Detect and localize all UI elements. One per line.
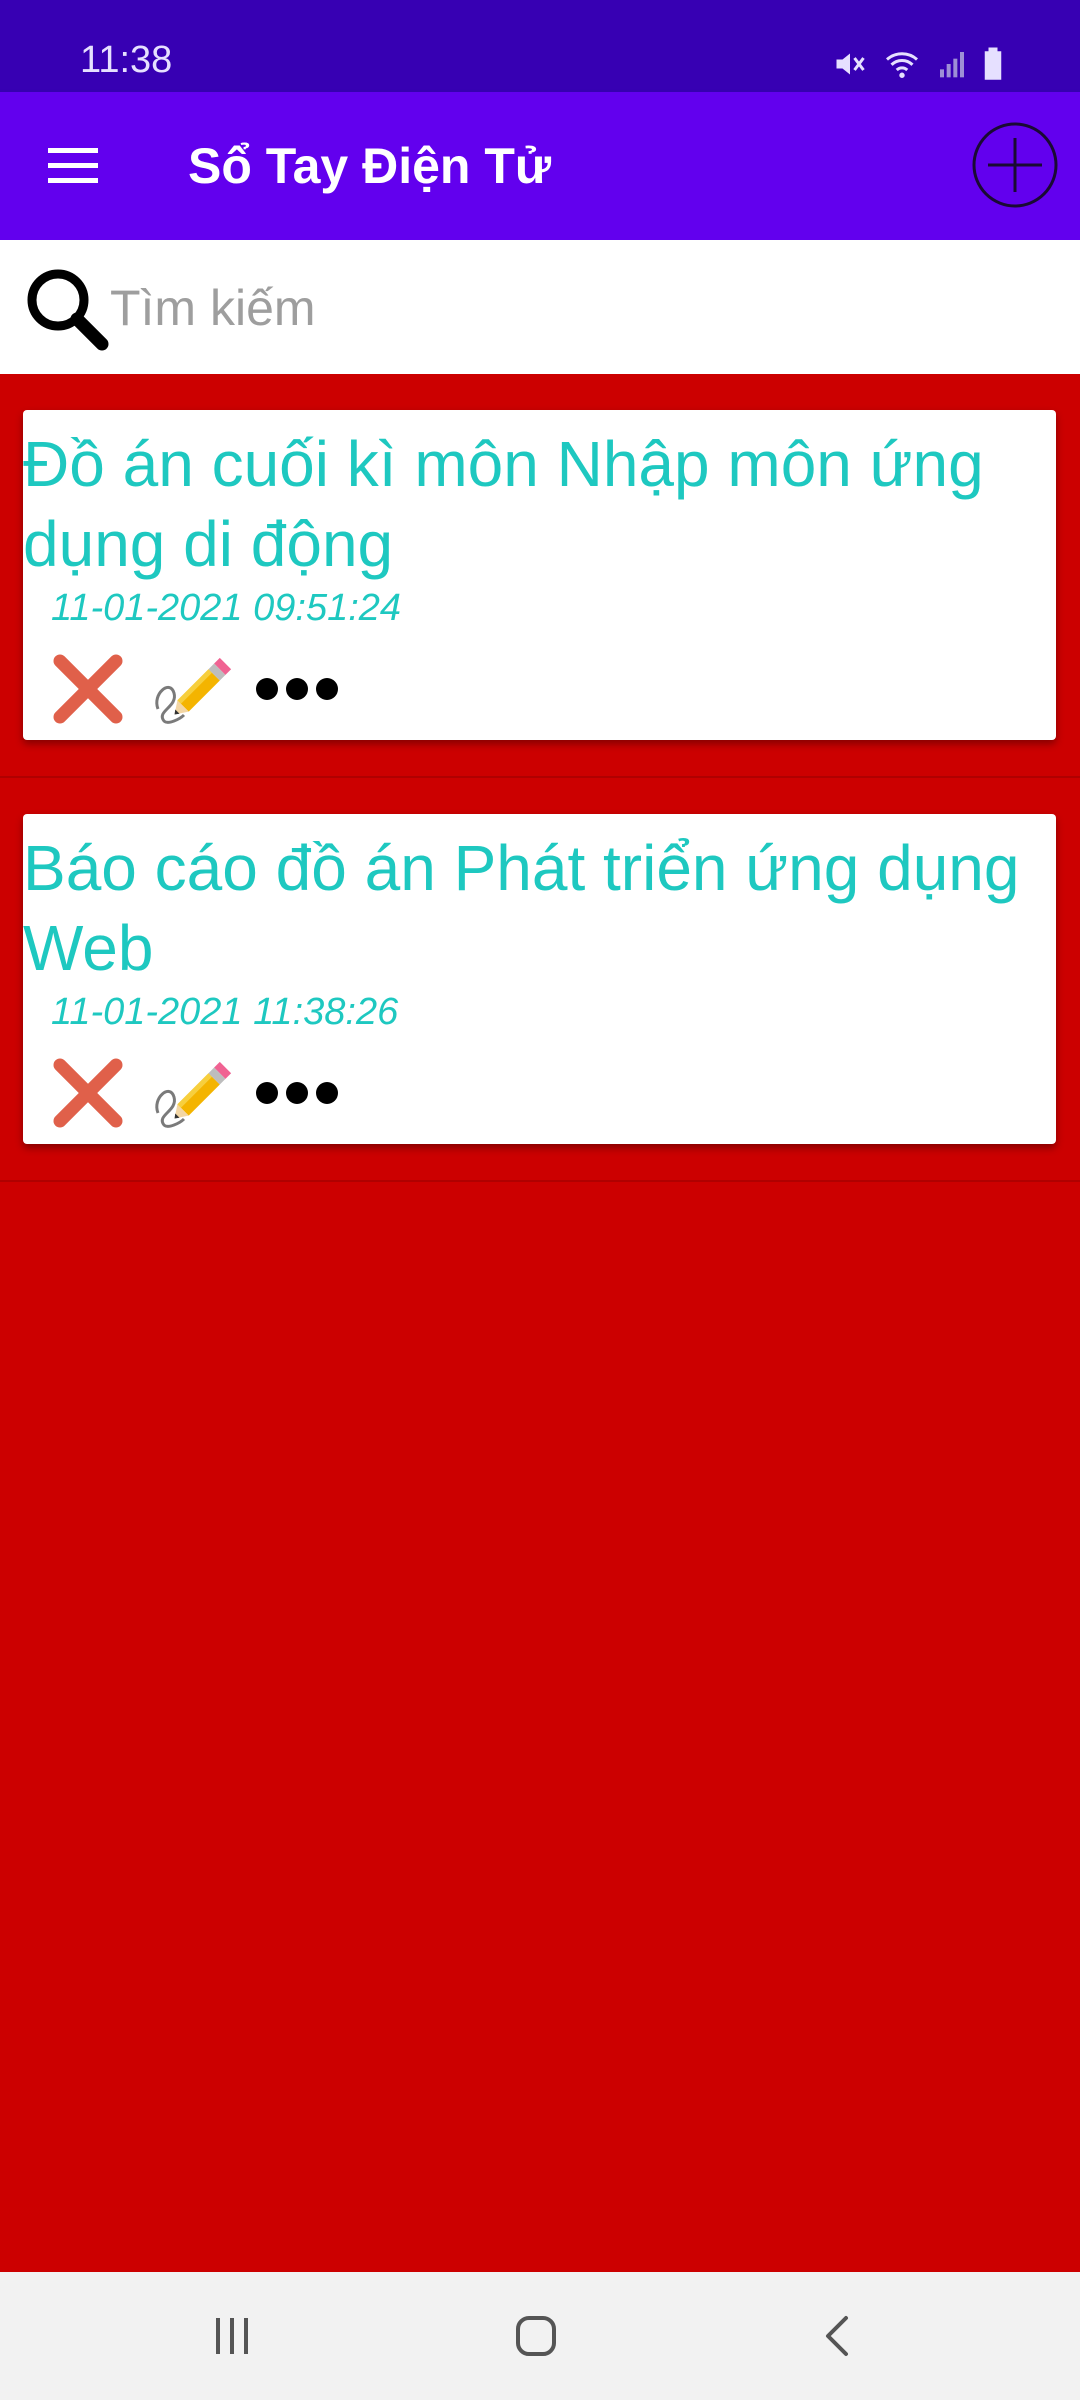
search-bar [0,240,1080,374]
note-card[interactable]: Đồ án cuối kì môn Nhập môn ứng dụng di đ… [23,410,1056,740]
recent-apps-button[interactable] [202,2306,262,2366]
screen: 11:38 Sổ Tay Điện Tử Tìm kiếm Đồ án cuối… [0,0,1080,2400]
edit-icon [155,657,232,724]
list-item[interactable]: Báo cáo đồ án Phát triển ứng dụng Web 11… [0,778,1080,1182]
app-bar: Sổ Tay Điện Tử [0,92,1080,240]
note-actions [45,1050,341,1136]
delete-note-button[interactable] [45,646,131,732]
mute-icon [836,53,865,75]
battery-icon [984,47,1002,80]
note-date: 11-01-2021 11:38:26 [51,991,399,1033]
status-time: 11:38 [80,39,173,81]
edit-note-button[interactable] [149,646,235,732]
more-icon [256,678,338,700]
app-title: Sổ Tay Điện Tử [188,138,552,194]
wifi-icon [886,52,918,78]
search-input[interactable] [110,272,1050,344]
status-icons [832,44,1004,84]
delete-icon [53,654,123,724]
search-icon[interactable] [22,264,112,354]
back-button[interactable] [808,2306,868,2366]
note-title: Báo cáo đồ án Phát triển ứng dụng Web [23,832,1020,984]
add-note-button[interactable] [970,120,1060,210]
home-button[interactable] [506,2306,566,2366]
status-bar: 11:38 [0,0,1080,92]
hamburger-menu-icon [48,148,98,183]
delete-icon [53,1058,123,1128]
edit-icon [155,1061,232,1128]
note-actions [45,646,341,732]
note-title: Đồ án cuối kì môn Nhập môn ứng dụng di đ… [23,428,984,580]
back-icon [826,2316,848,2356]
edit-note-button[interactable] [149,1050,235,1136]
note-date: 11-01-2021 09:51:24 [51,587,402,629]
signal-icon [940,52,964,78]
more-icon [256,1082,338,1104]
recent-apps-icon [216,2318,248,2354]
note-card[interactable]: Báo cáo đồ án Phát triển ứng dụng Web 11… [23,814,1056,1144]
home-icon [516,2316,556,2356]
menu-button[interactable] [36,136,110,196]
add-circle-icon [972,122,1058,208]
delete-note-button[interactable] [45,1050,131,1136]
list-item[interactable]: Đồ án cuối kì môn Nhập môn ứng dụng di đ… [0,374,1080,778]
note-list: Đồ án cuối kì môn Nhập môn ứng dụng di đ… [0,374,1080,1182]
more-options-button[interactable] [253,646,341,732]
nav-bar [0,2272,1080,2400]
more-options-button[interactable] [253,1050,341,1136]
